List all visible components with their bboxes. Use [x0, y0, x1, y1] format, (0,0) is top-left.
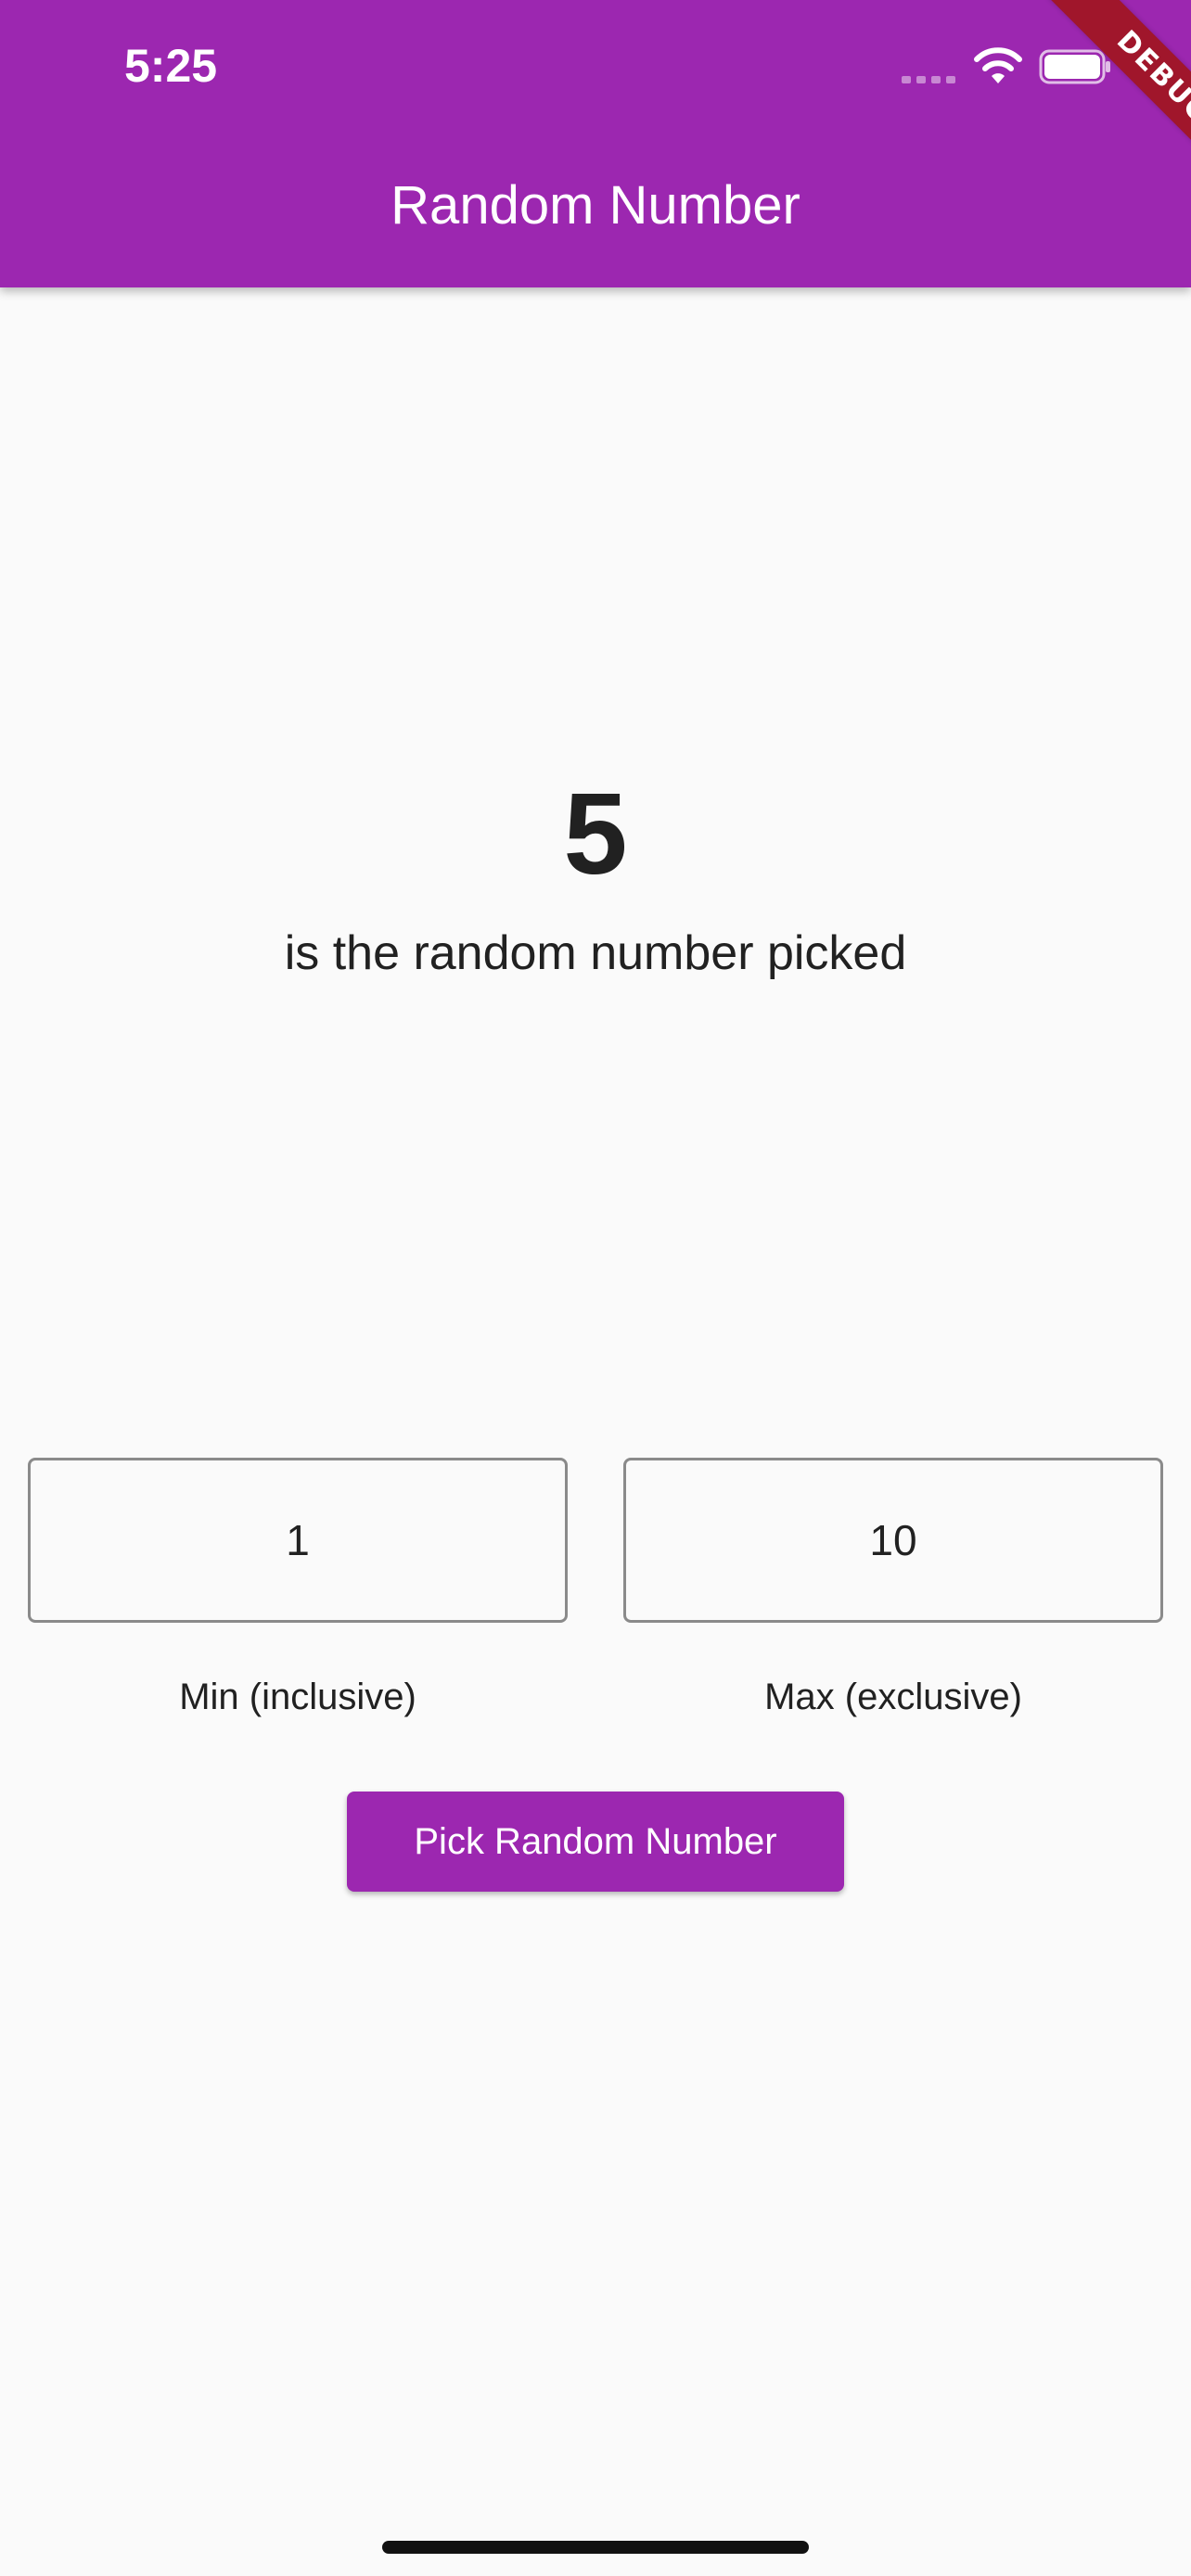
- result-caption: is the random number picked: [284, 926, 907, 980]
- min-label: Min (inclusive): [179, 1677, 416, 1717]
- app-bar-title: Random Number: [391, 175, 800, 236]
- home-indicator[interactable]: [382, 2541, 809, 2554]
- debug-banner-label: DEBUG: [1047, 0, 1191, 176]
- min-input[interactable]: [28, 1458, 568, 1623]
- max-input[interactable]: [623, 1458, 1163, 1623]
- app-screen: 5:25 Random Number DEBUG 5 is the random…: [0, 0, 1191, 2576]
- random-number-result: 5: [563, 771, 628, 899]
- cellular-signal-icon: [902, 76, 955, 83]
- app-bar: 5:25 Random Number DEBUG: [0, 0, 1191, 287]
- pick-random-number-button[interactable]: Pick Random Number: [347, 1792, 844, 1892]
- status-time: 5:25: [124, 40, 218, 92]
- max-label: Max (exclusive): [764, 1677, 1022, 1717]
- debug-banner: DEBUG: [1015, 0, 1191, 176]
